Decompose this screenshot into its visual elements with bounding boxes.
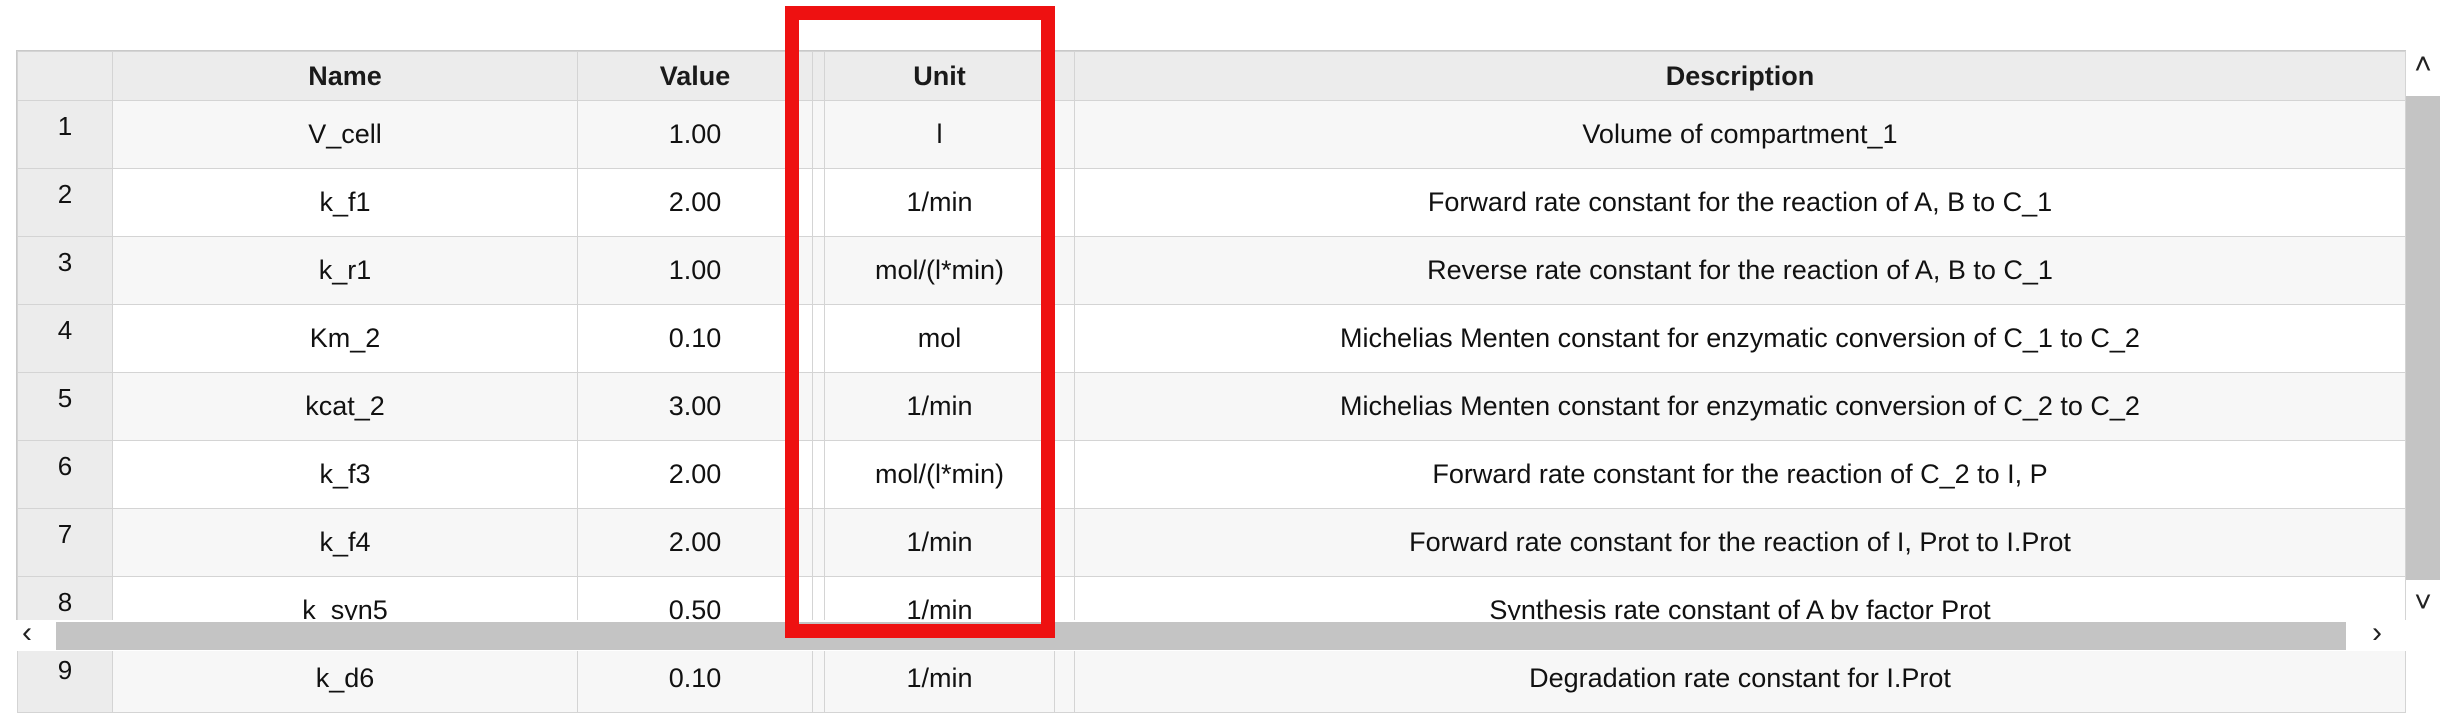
scroll-left-icon[interactable]: ‹ — [22, 618, 32, 648]
name-cell[interactable]: k_f4 — [112, 508, 578, 577]
spacer-cell — [812, 644, 825, 713]
header-spacer-2 — [1054, 51, 1075, 101]
spacer-cell-2 — [1054, 236, 1075, 305]
header-spacer — [812, 51, 825, 101]
unit-cell[interactable]: 1/min — [824, 644, 1055, 713]
value-cell[interactable]: 1.00 — [577, 236, 813, 305]
row-number[interactable]: 7 — [17, 508, 113, 577]
value-cell[interactable]: 2.00 — [577, 440, 813, 509]
spacer-cell-2 — [1054, 644, 1075, 713]
value-cell[interactable]: 3.00 — [577, 372, 813, 441]
description-cell[interactable]: Forward rate constant for the reaction o… — [1074, 508, 2406, 577]
row-number[interactable]: 4 — [17, 304, 113, 373]
unit-cell[interactable]: 1/min — [824, 372, 1055, 441]
header-unit[interactable]: Unit — [824, 51, 1055, 101]
name-cell[interactable]: k_f1 — [112, 168, 578, 237]
spacer-cell — [812, 236, 825, 305]
scroll-up-icon[interactable]: ˄ — [2406, 50, 2440, 80]
unit-cell[interactable]: mol — [824, 304, 1055, 373]
spacer-cell — [812, 168, 825, 237]
name-cell[interactable]: k_r1 — [112, 236, 578, 305]
header-value[interactable]: Value — [577, 51, 813, 101]
spacer-cell-2 — [1054, 304, 1075, 373]
header-description[interactable]: Description — [1074, 51, 2406, 101]
vertical-scroll-thumb[interactable] — [2406, 96, 2440, 580]
spacer-cell-2 — [1054, 440, 1075, 509]
spacer-cell — [812, 304, 825, 373]
row-number[interactable]: 5 — [17, 372, 113, 441]
description-cell[interactable]: Michelias Menten constant for enzymatic … — [1074, 304, 2406, 373]
table-row[interactable]: 9 k_d6 0.10 1/min Degradation rate constant … — [17, 644, 2406, 713]
horizontal-scrollbar[interactable]: ‹ › — [16, 618, 2406, 651]
description-cell[interactable]: Reverse rate constant for the reaction o… — [1074, 236, 2406, 305]
spacer-cell-2 — [1054, 372, 1075, 441]
unit-cell[interactable]: 1/min — [824, 508, 1055, 577]
unit-cell[interactable]: mol/(l*min) — [824, 236, 1055, 305]
horizontal-scroll-thumb[interactable] — [56, 622, 2346, 650]
spacer-cell-2 — [1054, 168, 1075, 237]
row-number[interactable]: 2 — [17, 168, 113, 237]
name-cell[interactable]: k_f3 — [112, 440, 578, 509]
description-cell[interactable]: Degradation rate constant for I.Prot — [1074, 644, 2406, 713]
corner-header[interactable] — [17, 51, 113, 101]
table-header-row: Name Value Unit Description — [17, 51, 2406, 101]
name-cell[interactable]: k_d6 — [112, 644, 578, 713]
header-name[interactable]: Name — [112, 51, 578, 101]
unit-cell[interactable]: 1/min — [824, 168, 1055, 237]
row-number[interactable]: 9 — [17, 644, 113, 713]
table-row[interactable]: 6 k_f3 2.00 mol/(l*min) Forward rate constan… — [17, 440, 2406, 509]
name-cell[interactable]: kcat_2 — [112, 372, 578, 441]
name-cell[interactable]: Km_2 — [112, 304, 578, 373]
scroll-right-icon[interactable]: › — [2372, 618, 2382, 648]
spacer-cell — [812, 440, 825, 509]
row-number[interactable]: 6 — [17, 440, 113, 509]
description-cell[interactable]: Forward rate constant for the reaction o… — [1074, 440, 2406, 509]
spacer-cell — [812, 100, 825, 169]
spacer-cell-2 — [1054, 100, 1075, 169]
unit-cell[interactable]: mol/(l*min) — [824, 440, 1055, 509]
spacer-cell-2 — [1054, 508, 1075, 577]
vertical-scrollbar[interactable]: ˄ ˅ — [2406, 50, 2442, 620]
description-cell[interactable]: Michelias Menten constant for enzymatic … — [1074, 372, 2406, 441]
table-row[interactable]: 3 k_r1 1.00 mol/(l*min) Reverse rate constan… — [17, 236, 2406, 305]
description-cell[interactable]: Forward rate constant for the reaction o… — [1074, 168, 2406, 237]
table-row[interactable]: 7 k_f4 2.00 1/min Forward rate constant for … — [17, 508, 2406, 577]
scroll-down-icon[interactable]: ˅ — [2406, 588, 2440, 618]
row-number[interactable]: 1 — [17, 100, 113, 169]
value-cell[interactable]: 0.10 — [577, 644, 813, 713]
parameter-table: Name Value Unit Description 1 V_cell 1.00 l… — [16, 50, 2406, 713]
unit-cell[interactable]: l — [824, 100, 1055, 169]
table-row[interactable]: 2 k_f1 2.00 1/min Forward rate constant for … — [17, 168, 2406, 237]
table-row[interactable]: 4 Km_2 0.10 mol Michelias Menten constant fo… — [17, 304, 2406, 373]
value-cell[interactable]: 2.00 — [577, 508, 813, 577]
row-number[interactable]: 3 — [17, 236, 113, 305]
value-cell[interactable]: 2.00 — [577, 168, 813, 237]
value-cell[interactable]: 0.10 — [577, 304, 813, 373]
table-row[interactable]: 5 kcat_2 3.00 1/min Michelias Menten constan… — [17, 372, 2406, 441]
table-row[interactable]: 1 V_cell 1.00 l Volume of compartment_1 — [17, 100, 2406, 169]
spacer-cell — [812, 372, 825, 441]
spacer-cell — [812, 508, 825, 577]
name-cell[interactable]: V_cell — [112, 100, 578, 169]
value-cell[interactable]: 1.00 — [577, 100, 813, 169]
description-cell[interactable]: Volume of compartment_1 — [1074, 100, 2406, 169]
